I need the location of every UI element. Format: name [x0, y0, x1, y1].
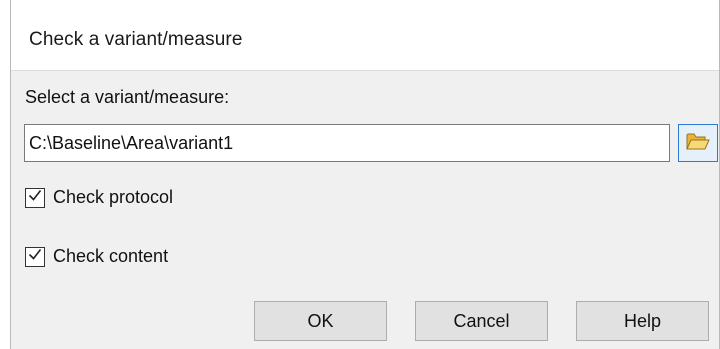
check-protocol-checkbox[interactable]	[25, 187, 45, 208]
checkmark-icon	[27, 187, 43, 208]
dialog-title-bar: Check a variant/measure	[11, 0, 719, 71]
check-protocol-label: Check protocol	[53, 187, 174, 207]
ok-button[interactable]: OK	[254, 301, 387, 341]
cancel-button[interactable]: Cancel	[415, 301, 548, 341]
checkmark-icon	[27, 246, 43, 267]
folder-open-icon	[685, 130, 711, 157]
help-button[interactable]: Help	[576, 301, 709, 341]
dialog-title: Check a variant/measure	[29, 29, 243, 50]
select-variant-label: Select a variant/measure:	[25, 87, 230, 107]
check-variant-dialog: Check a variant/measure Select a variant…	[10, 0, 720, 349]
variant-path-input[interactable]	[24, 124, 670, 162]
check-protocol-option[interactable]: Check protocol	[25, 187, 173, 208]
browse-folder-button[interactable]	[678, 124, 718, 162]
check-content-option[interactable]: Check content	[25, 246, 168, 267]
check-content-checkbox[interactable]	[25, 246, 45, 267]
check-content-label: Check content	[53, 246, 169, 266]
